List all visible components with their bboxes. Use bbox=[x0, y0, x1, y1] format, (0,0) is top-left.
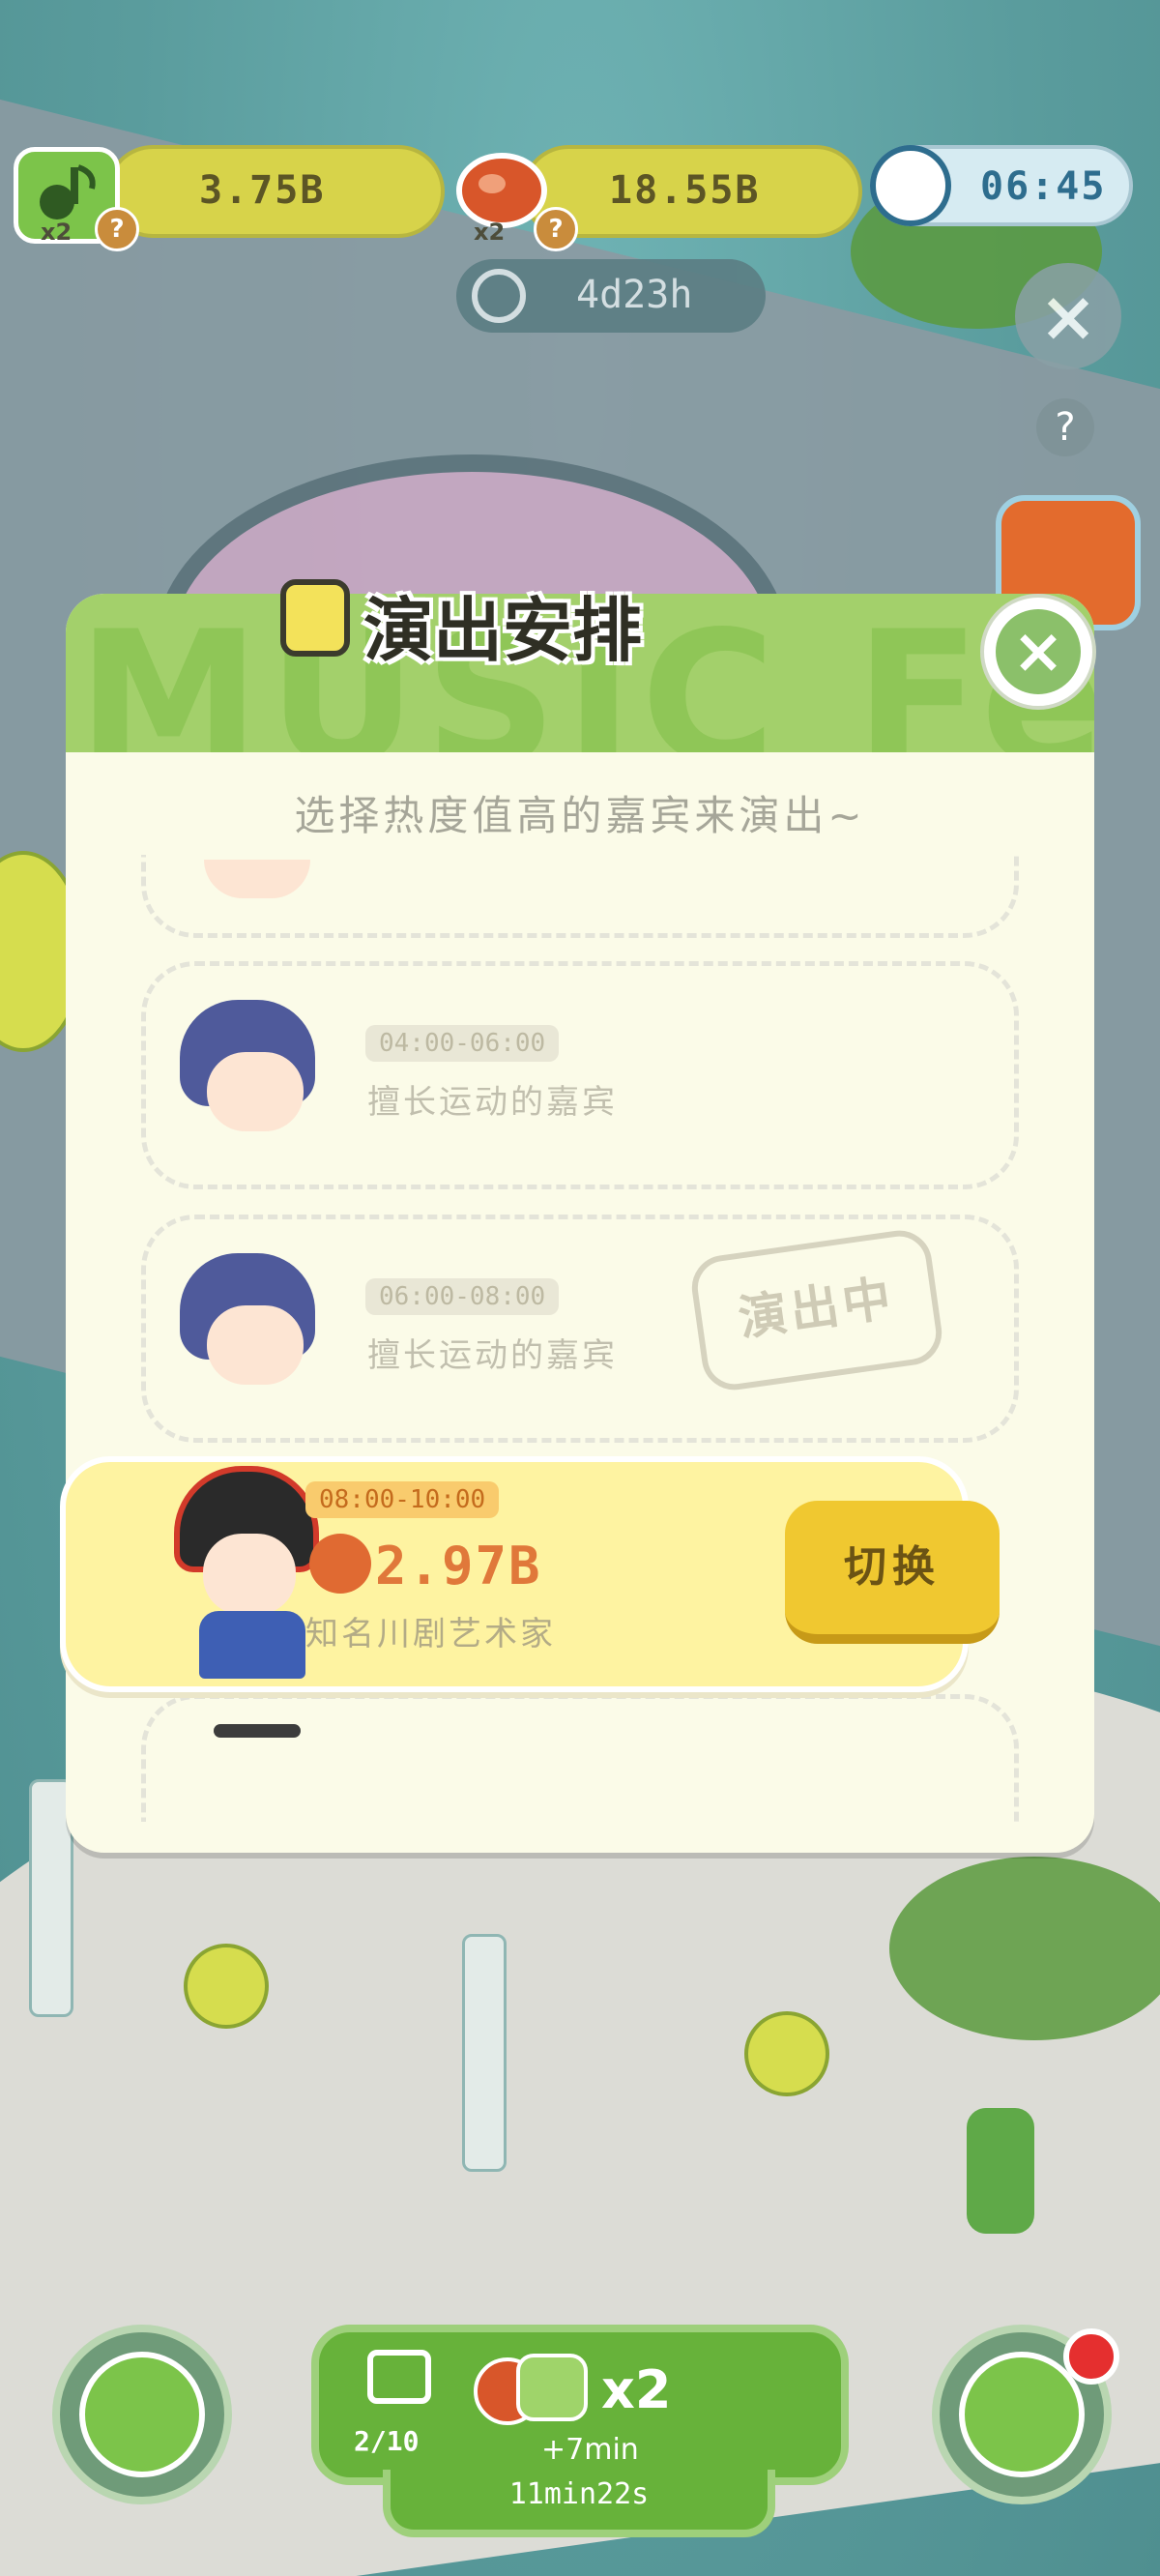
event-timer-bar: 4d23h bbox=[456, 259, 766, 333]
switch-button[interactable]: 切换 bbox=[785, 1501, 1000, 1644]
food-value: 18.55B bbox=[609, 168, 761, 213]
music-menu-button[interactable] bbox=[52, 2325, 232, 2504]
flag-banner bbox=[462, 1934, 507, 2172]
guest-avatar bbox=[214, 1724, 301, 1738]
guest-card[interactable] bbox=[141, 855, 1019, 938]
meat-icon bbox=[309, 1534, 371, 1594]
ad-multiplier: x2 bbox=[601, 2359, 672, 2420]
side-close-button[interactable]: × bbox=[1015, 263, 1121, 369]
music-value: 3.75B bbox=[199, 168, 326, 213]
music-multiplier: x2 bbox=[41, 219, 72, 246]
guest-card[interactable] bbox=[141, 1694, 1019, 1822]
modal-subtitle: 选择热度值高的嘉宾来演出~ bbox=[294, 792, 866, 839]
up-arrow-icon bbox=[959, 2352, 1085, 2477]
time-slot-label: 06:00-08:00 bbox=[365, 1278, 560, 1315]
opera-face bbox=[203, 1534, 296, 1615]
bottle-decoration bbox=[967, 2108, 1034, 2234]
music-note-icon bbox=[516, 2354, 588, 2421]
music-resource-bar: 3.75B bbox=[106, 145, 445, 238]
music-sheet-icon bbox=[79, 2352, 205, 2477]
clock-icon bbox=[870, 145, 951, 226]
clock-value: 06:45 bbox=[980, 164, 1107, 209]
modal-close-button[interactable]: × bbox=[980, 594, 1096, 710]
time-slot-label: 04:00-06:00 bbox=[365, 1025, 560, 1062]
selected-time-slot: 08:00-10:00 bbox=[305, 1481, 500, 1518]
avatar-face bbox=[207, 1305, 304, 1385]
music-help-icon[interactable]: ? bbox=[95, 207, 139, 251]
ad-timer-value: 11min22s bbox=[508, 2477, 650, 2511]
ad-timer-bar: 11min22s bbox=[383, 2470, 775, 2537]
avatar-face bbox=[207, 1052, 304, 1131]
food-help-icon[interactable]: ? bbox=[534, 207, 578, 251]
watch-ad-button[interactable]: 2/10 x2 +7min bbox=[311, 2325, 849, 2485]
food-multiplier: x2 bbox=[474, 219, 506, 246]
guest-description: 擅长运动的嘉宾 bbox=[367, 1336, 618, 1375]
opera-costume bbox=[199, 1611, 305, 1679]
close-icon: × bbox=[996, 609, 1081, 694]
modal-title: 演出安排 bbox=[363, 590, 643, 671]
ad-progress: 2/10 bbox=[354, 2425, 420, 2457]
selected-guest-description: 知名川剧艺术家 bbox=[305, 1615, 556, 1654]
palm-tree bbox=[889, 1857, 1160, 2040]
selected-heat-value: 2.97B bbox=[375, 1536, 542, 1596]
lemon-decoration bbox=[744, 2011, 829, 2096]
schedule-icon bbox=[280, 579, 350, 657]
tv-icon bbox=[367, 2350, 431, 2404]
side-close-label: × bbox=[1038, 276, 1098, 357]
ad-bonus: +7min bbox=[541, 2433, 639, 2467]
timer-clock-icon bbox=[472, 269, 526, 323]
guest-description: 擅长运动的嘉宾 bbox=[367, 1083, 618, 1122]
event-timer-value: 4d23h bbox=[576, 273, 693, 317]
side-help-button[interactable]: ? bbox=[1036, 398, 1094, 456]
side-help-label: ? bbox=[1055, 405, 1076, 450]
lemon-decoration bbox=[184, 1944, 269, 2029]
guest-avatar bbox=[180, 1000, 315, 1145]
notification-dot bbox=[1063, 2328, 1119, 2385]
guest-avatar bbox=[180, 1253, 315, 1398]
guest-avatar bbox=[204, 860, 310, 898]
